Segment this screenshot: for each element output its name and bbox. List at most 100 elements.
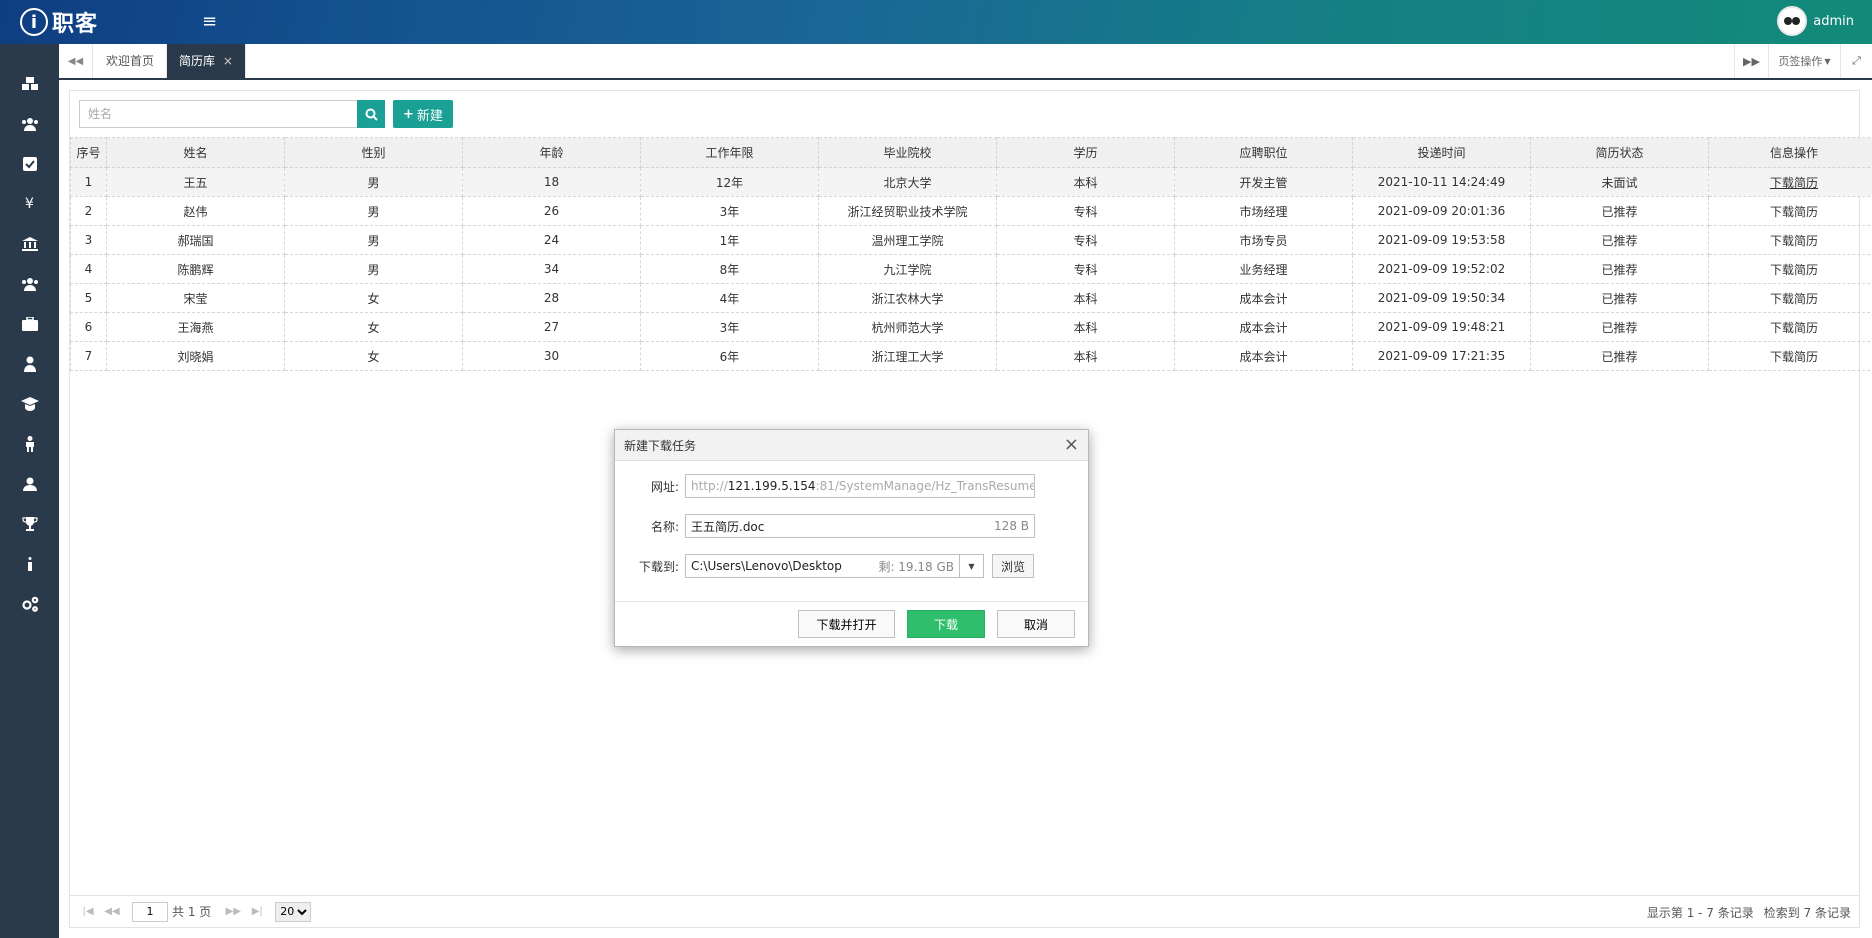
graduation-cap-icon[interactable] <box>0 384 59 424</box>
download-and-open-button[interactable]: 下载并打开 <box>798 610 895 638</box>
table-row[interactable]: 1 王五 男 18 12年 北京大学 本科 开发主管 2021-10-11 14… <box>70 167 1872 197</box>
table-row[interactable]: 7 刘晓娟 女 30 6年 浙江理工大学 本科 成本会计 2021-09-09 … <box>70 341 1872 371</box>
users-icon[interactable] <box>0 104 59 144</box>
fullscreen-icon[interactable]: ⤢ <box>1840 44 1872 78</box>
file-name-field[interactable]: 王五简历.doc 128 B <box>685 514 1035 538</box>
username[interactable]: admin <box>1813 14 1854 29</box>
table-cell: 业务经理 <box>1174 254 1353 284</box>
male-icon[interactable] <box>0 424 59 464</box>
save-path-field[interactable]: C:\Users\Lenovo\Desktop 剩: 19.18 GB <box>685 554 960 578</box>
url-field[interactable]: http://121.199.5.154:81/SystemManage/Hz_… <box>685 474 1035 498</box>
table-cell: 王五 <box>106 167 285 197</box>
table-cell: 4 <box>70 254 107 284</box>
download-resume-link[interactable]: 下载简历 <box>1770 292 1818 306</box>
bank-icon[interactable] <box>0 224 59 264</box>
column-header[interactable]: 序号 <box>70 137 107 168</box>
new-button[interactable]: + 新建 <box>393 100 453 128</box>
column-header[interactable]: 性别 <box>284 137 463 168</box>
table-row[interactable]: 6 王海燕 女 27 3年 杭州师范大学 本科 成本会计 2021-09-09 … <box>70 312 1872 342</box>
column-header[interactable]: 信息操作 <box>1708 137 1872 168</box>
trophy-icon[interactable] <box>0 504 59 544</box>
tab-scroll-left-icon[interactable]: ◀◀ <box>59 44 93 78</box>
column-header[interactable]: 应聘职位 <box>1174 137 1353 168</box>
column-header[interactable]: 学历 <box>996 137 1175 168</box>
column-header[interactable]: 姓名 <box>106 137 285 168</box>
avatar[interactable] <box>1777 6 1808 36</box>
chevron-down-icon[interactable]: ▼ <box>960 554 984 578</box>
url-host: 121.199.5.154 <box>727 479 816 493</box>
table-row[interactable]: 4 陈鹏辉 男 34 8年 九江学院 专科 业务经理 2021-09-09 19… <box>70 254 1872 284</box>
download-resume-link[interactable]: 下载简历 <box>1770 350 1818 364</box>
table-cell: 本科 <box>996 341 1175 371</box>
check-square-icon[interactable] <box>0 144 59 184</box>
download-resume-link[interactable]: 下载简历 <box>1770 263 1818 277</box>
table-row[interactable]: 3 郝瑞国 男 24 1年 温州理工学院 专科 市场专员 2021-09-09 … <box>70 225 1872 255</box>
cubes-icon[interactable] <box>0 64 59 104</box>
column-header[interactable]: 年龄 <box>462 137 641 168</box>
table-cell: 刘晓娟 <box>106 341 285 371</box>
tab-resume-library[interactable]: 简历库 × <box>167 44 246 78</box>
download-button[interactable]: 下载 <box>907 610 985 638</box>
next-page-icon[interactable]: ▶▶ <box>221 906 245 917</box>
table-cell: 女 <box>284 283 463 313</box>
search-input[interactable] <box>79 100 357 128</box>
cancel-button[interactable]: 取消 <box>997 610 1075 638</box>
tab-scroll-right-icon[interactable]: ▶▶ <box>1734 44 1768 78</box>
column-header[interactable]: 工作年限 <box>640 137 819 168</box>
file-size: 128 B <box>994 519 1029 533</box>
table-cell: 已推荐 <box>1530 312 1709 342</box>
browse-button[interactable]: 浏览 <box>992 554 1034 578</box>
info-icon[interactable] <box>0 544 59 584</box>
close-icon[interactable]: × <box>1064 436 1079 454</box>
tab-close-icon[interactable]: × <box>223 54 233 68</box>
download-resume-link[interactable]: 下载简历 <box>1770 234 1818 248</box>
last-page-icon[interactable]: ▶| <box>245 906 269 917</box>
download-resume-link[interactable]: 下载简历 <box>1770 321 1818 335</box>
table-cell: 市场经理 <box>1174 196 1353 226</box>
table-cell: 30 <box>462 341 641 371</box>
table-cell: 男 <box>284 254 463 284</box>
top-header: i 职客 ≡ admin <box>0 0 1872 44</box>
pager-info: 显示第 1 - 7 条记录 检索到 7 条记录 <box>1647 904 1851 921</box>
sidebar: ¥ <box>0 44 59 938</box>
table-row[interactable]: 2 赵伟 男 26 3年 浙江经贸职业技术学院 专科 市场经理 2021-09-… <box>70 196 1872 226</box>
new-button-label: 新建 <box>416 108 443 124</box>
search-icon <box>365 108 378 121</box>
save-path: C:\Users\Lenovo\Desktop <box>691 559 842 573</box>
table-cell: 28 <box>462 283 641 313</box>
user-tie-icon[interactable] <box>0 344 59 384</box>
column-header[interactable]: 投递时间 <box>1352 137 1531 168</box>
group-icon[interactable] <box>0 264 59 304</box>
page-number-input[interactable] <box>132 901 168 922</box>
table-cell: 1 <box>70 167 107 197</box>
search-button[interactable] <box>357 100 385 128</box>
download-resume-link[interactable]: 下载简历 <box>1770 176 1818 190</box>
table-cell: 女 <box>284 312 463 342</box>
menu-toggle-icon[interactable]: ≡ <box>202 12 218 32</box>
download-resume-link[interactable]: 下载简历 <box>1770 205 1818 219</box>
prev-page-icon[interactable]: ◀◀ <box>100 906 124 917</box>
table-cell: 本科 <box>996 167 1175 197</box>
toolbar: + 新建 <box>79 100 453 128</box>
table-cell: 2 <box>70 196 107 226</box>
first-page-icon[interactable]: |◀ <box>76 906 100 917</box>
tab-welcome[interactable]: 欢迎首页 <box>94 44 168 78</box>
tab-ops-dropdown[interactable]: 页签操作 ▼ <box>1768 44 1840 78</box>
plus-icon: + <box>403 106 414 122</box>
yen-icon[interactable]: ¥ <box>0 184 59 224</box>
user-icon[interactable] <box>0 464 59 504</box>
tab-list: 欢迎首页 简历库 × <box>94 44 246 78</box>
table-row[interactable]: 5 宋莹 女 28 4年 浙江农林大学 本科 成本会计 2021-09-09 1… <box>70 283 1872 313</box>
column-header[interactable]: 简历状态 <box>1530 137 1709 168</box>
table-cell: 男 <box>284 196 463 226</box>
resume-table: 序号 姓名 性别 年龄 工作年限 毕业院校 学历 应聘职位 投递时间 简历状态 … <box>70 137 1872 371</box>
table-cell: 宋莹 <box>106 283 285 313</box>
briefcase-icon[interactable] <box>0 304 59 344</box>
range-info: 显示第 1 - 7 条记录 <box>1646 906 1754 920</box>
page-size-select[interactable]: 20 <box>275 901 312 922</box>
user-menu[interactable]: admin <box>1777 6 1854 36</box>
name-row: 名称: 王五简历.doc 128 B <box>615 513 1088 539</box>
table-cell: 浙江经贸职业技术学院 <box>818 196 997 226</box>
gears-icon[interactable] <box>0 584 59 624</box>
column-header[interactable]: 毕业院校 <box>818 137 997 168</box>
